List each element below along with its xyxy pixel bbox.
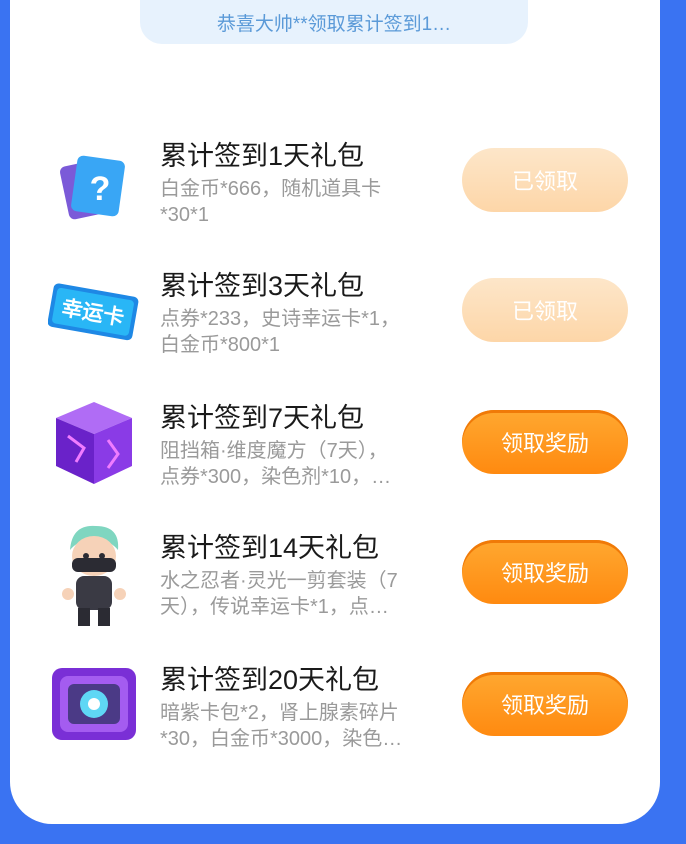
reward-title: 累计签到3天礼包 [160, 271, 365, 301]
claim-reward-button[interactable]: 领取奖励 [462, 672, 628, 736]
reward-title: 累计签到1天礼包 [160, 141, 365, 171]
claim-reward-button[interactable]: 领取奖励 [462, 410, 628, 474]
reward-desc-line1: 水之忍者·灵光一剪套装（7 [160, 570, 398, 592]
reward-desc: 水之忍者·灵光一剪套装（7 天），传说幸运卡*1，点… [160, 568, 430, 620]
claim-marquee: 恭喜大帅**领取累计签到1… [140, 0, 528, 44]
reward-desc-line1: 暗紫卡包*2，肾上腺素碎片 [160, 702, 399, 724]
reward-desc-line2: 白金币*800*1 [160, 334, 281, 356]
purple-cube-icon [48, 396, 140, 488]
reward-desc-line1: 点券*233，史诗幸运卡*1， [160, 308, 401, 330]
reward-row-day1: ? 累计签到1天礼包 白金币*666，随机道具卡 *30*1 已领取 [0, 128, 686, 238]
claimed-button[interactable]: 已领取 [462, 148, 628, 212]
lucky-card-icon: 幸运卡 [47, 266, 140, 358]
reward-title: 累计签到20天礼包 [160, 665, 380, 695]
reward-desc-line2: *30，白金币*3000，染色… [160, 728, 403, 750]
reward-title: 累计签到14天礼包 [160, 533, 380, 563]
reward-desc: 暗紫卡包*2，肾上腺素碎片 *30，白金币*3000，染色… [160, 700, 430, 752]
reward-row-day20: 累计签到20天礼包 暗紫卡包*2，肾上腺素碎片 *30，白金币*3000，染色…… [0, 652, 686, 762]
reward-row-day14: 累计签到14天礼包 水之忍者·灵光一剪套装（7 天），传说幸运卡*1，点… 领取… [0, 520, 686, 630]
reward-desc-line1: 白金币*666，随机道具卡 [160, 178, 382, 200]
claim-reward-button[interactable]: 领取奖励 [462, 540, 628, 604]
reward-desc: 白金币*666，随机道具卡 *30*1 [160, 176, 430, 228]
reward-desc-line2: 点券*300，染色剂*10，… [160, 466, 392, 488]
mystery-card-icon: ? [48, 140, 140, 232]
ninja-character-icon [48, 520, 140, 630]
reward-desc: 阻挡箱·维度魔方（7天）， 点券*300，染色剂*10，… [160, 438, 430, 490]
reward-row-day7: 累计签到7天礼包 阻挡箱·维度魔方（7天）， 点券*300，染色剂*10，… 领… [0, 390, 686, 500]
claimed-button[interactable]: 已领取 [462, 278, 628, 342]
reward-desc-line1: 阻挡箱·维度魔方（7天）， [160, 440, 388, 462]
reward-title: 累计签到7天礼包 [160, 403, 365, 433]
reward-desc-line2: 天），传说幸运卡*1，点… [160, 596, 389, 618]
marquee-text: 恭喜大帅**领取累计签到1… [216, 13, 452, 35]
svg-text:?: ? [90, 170, 111, 208]
reward-desc-line2: *30*1 [160, 204, 209, 226]
card-pack-icon [48, 658, 140, 750]
reward-row-day3: 幸运卡 累计签到3天礼包 点券*233，史诗幸运卡*1， 白金币*800*1 已… [0, 258, 686, 368]
reward-desc: 点券*233，史诗幸运卡*1， 白金币*800*1 [160, 306, 430, 358]
